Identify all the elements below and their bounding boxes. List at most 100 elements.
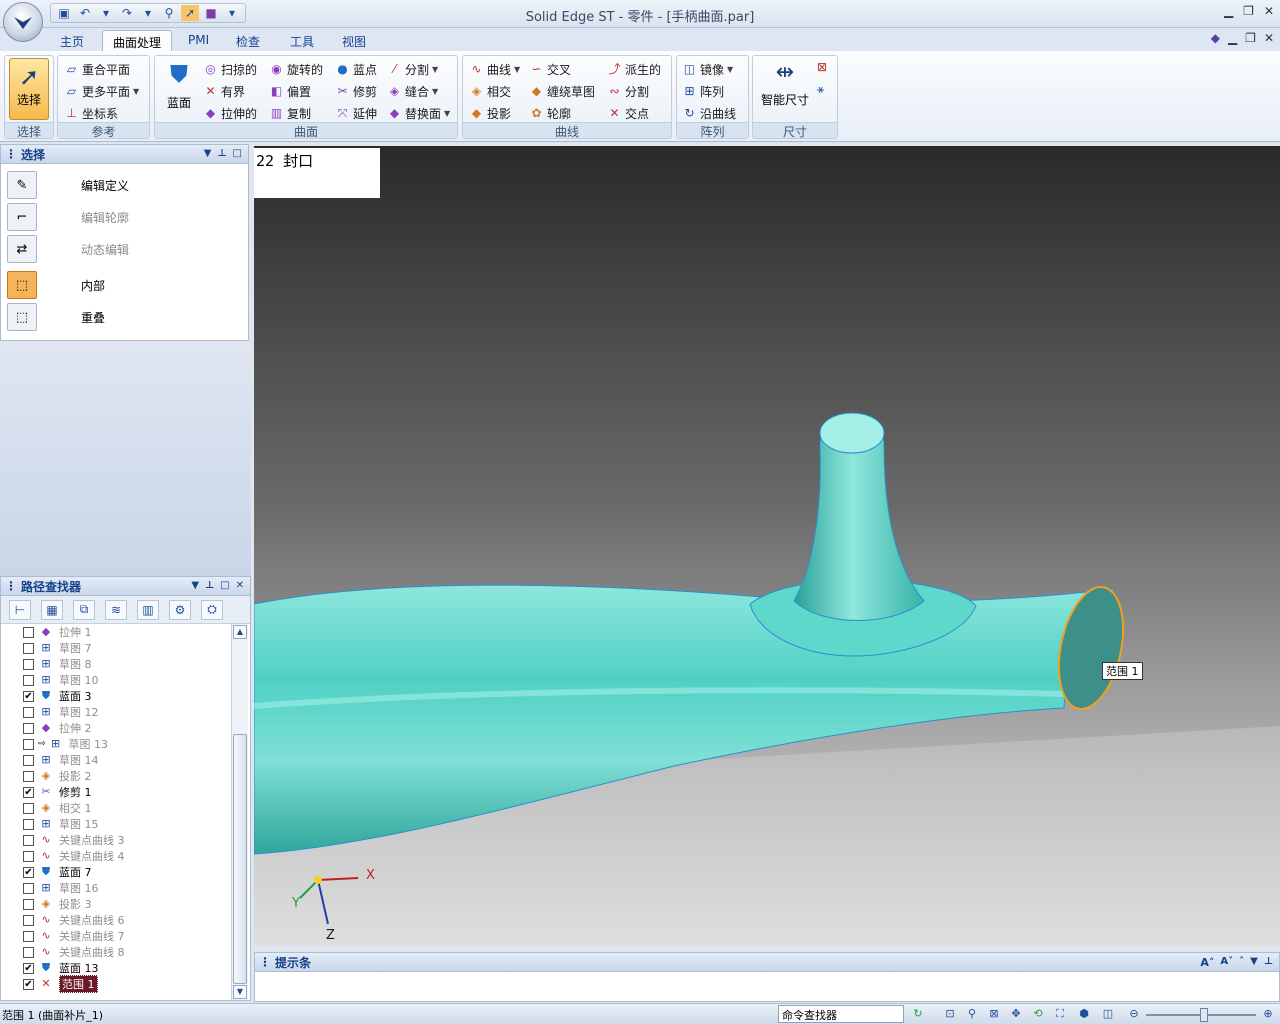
- project-button[interactable]: ◆ 投影: [469, 103, 511, 123]
- tab-tools[interactable]: 工具: [280, 30, 324, 52]
- tree-row[interactable]: ◈ 投影 2: [1, 768, 231, 784]
- mirror-button[interactable]: ◫ 镜像 ▼: [682, 59, 733, 79]
- dimension-tool-icon[interactable]: ⊠: [817, 60, 827, 74]
- tree-row[interactable]: ✔ ✂ 修剪 1: [1, 784, 231, 800]
- visibility-checkbox[interactable]: [23, 754, 34, 766]
- collapse-icon[interactable]: ˄: [1239, 956, 1244, 969]
- tree-row[interactable]: ✔ ⛊ 蓝面 3: [1, 688, 231, 704]
- visibility-checkbox[interactable]: [23, 674, 34, 686]
- visibility-checkbox[interactable]: [23, 738, 34, 750]
- visibility-checkbox[interactable]: ✔: [23, 866, 34, 878]
- pin-icon[interactable]: ⊥: [205, 580, 214, 591]
- pane-maximize-icon[interactable]: □: [220, 580, 229, 591]
- visibility-checkbox[interactable]: [23, 770, 34, 782]
- feature-tree-scrollbar[interactable]: ▲ ▼: [231, 624, 248, 1000]
- zoom-in-icon[interactable]: ⊕: [1260, 1007, 1276, 1022]
- restore-icon[interactable]: ❐: [1243, 4, 1254, 18]
- split-button[interactable]: ⁄ 分割 ▼: [387, 59, 438, 79]
- font-smaller-icon[interactable]: A˅: [1220, 956, 1233, 969]
- range-label[interactable]: 范围 1: [1102, 662, 1143, 680]
- edit-definition-item[interactable]: ✎ 编辑定义: [7, 171, 129, 199]
- pane-close-icon[interactable]: ✕: [236, 580, 244, 591]
- visibility-checkbox[interactable]: [23, 658, 34, 670]
- tab-home[interactable]: 主页: [50, 30, 94, 52]
- overlap-item[interactable]: ⬚ 重叠: [7, 303, 105, 331]
- tab-inspect[interactable]: 检查: [226, 30, 270, 52]
- copy-button[interactable]: ▥ 复制: [269, 103, 311, 123]
- visibility-checkbox[interactable]: ✔: [23, 978, 34, 990]
- visibility-checkbox[interactable]: ✔: [23, 786, 34, 798]
- curve-button[interactable]: ∿ 曲线 ▼: [469, 59, 520, 79]
- intersection-point-button[interactable]: ✕ 交点: [607, 103, 649, 123]
- tree-row[interactable]: ✔ ✕ 范围 1: [1, 975, 231, 993]
- visibility-checkbox[interactable]: [23, 850, 34, 862]
- pin-icon[interactable]: ⊥: [1264, 956, 1273, 969]
- visibility-checkbox[interactable]: ✔: [23, 690, 34, 702]
- visibility-checkbox[interactable]: [23, 914, 34, 926]
- pane-menu-icon[interactable]: ▼: [191, 580, 199, 591]
- application-button[interactable]: [3, 2, 43, 42]
- doc-close-icon[interactable]: ✕: [1264, 31, 1274, 45]
- minimize-icon[interactable]: ▁: [1224, 4, 1233, 18]
- tab-pmi[interactable]: PMI: [178, 30, 219, 52]
- pattern-button[interactable]: ⊞ 阵列: [682, 81, 724, 101]
- tab-view[interactable]: 视图: [332, 30, 376, 52]
- pane-maximize-icon[interactable]: □: [233, 148, 242, 159]
- bluedot-button[interactable]: ● 蓝点: [335, 59, 377, 79]
- tree-row[interactable]: ⇨ ⊞ 草图 13: [1, 736, 231, 752]
- along-curve-button[interactable]: ↻ 沿曲线: [682, 103, 736, 123]
- layers-icon[interactable]: ≋: [105, 599, 127, 620]
- inside-item[interactable]: ⬚ 内部: [7, 271, 105, 299]
- scroll-thumb[interactable]: [233, 734, 247, 984]
- tree-row[interactable]: ∿ 关键点曲线 3: [1, 832, 231, 848]
- coordinate-system-button[interactable]: ⊥ 坐标系: [64, 103, 118, 123]
- features-icon[interactable]: ▦: [41, 599, 63, 620]
- font-larger-icon[interactable]: A˄: [1200, 956, 1214, 969]
- smart-dimension-button[interactable]: ⇹ 智能尺寸: [757, 60, 813, 108]
- doc-minimize-icon[interactable]: ▁: [1228, 31, 1237, 45]
- tree-row[interactable]: ⊞ 草图 16: [1, 880, 231, 896]
- visibility-checkbox[interactable]: ✔: [23, 962, 34, 974]
- settings-icon[interactable]: ⛭: [201, 599, 223, 620]
- tree-row[interactable]: ∿ 关键点曲线 6: [1, 912, 231, 928]
- zoom-icon[interactable]: ⚲: [964, 1007, 980, 1022]
- visibility-checkbox[interactable]: [23, 946, 34, 958]
- command-finder-go-icon[interactable]: ↻: [910, 1007, 926, 1022]
- pane-menu-icon[interactable]: ▼: [204, 148, 212, 159]
- bluesurf-button[interactable]: ⛊ 蓝面: [161, 60, 197, 111]
- rotate-icon[interactable]: ⟲: [1030, 1007, 1046, 1022]
- visibility-checkbox[interactable]: [23, 818, 34, 830]
- revolved-button[interactable]: ◉ 旋转的: [269, 59, 323, 79]
- visibility-checkbox[interactable]: [23, 930, 34, 942]
- command-finder-input[interactable]: 命令查找器: [778, 1005, 904, 1023]
- replace-face-button[interactable]: ◆ 替换面 ▼: [387, 103, 450, 123]
- tree-row[interactable]: ✔ ⛊ 蓝面 13: [1, 960, 231, 976]
- tree-row[interactable]: ∿ 关键点曲线 7: [1, 928, 231, 944]
- contour-button[interactable]: ✿ 轮廓: [529, 103, 571, 123]
- view-cube-icon[interactable]: ⬢: [1076, 1007, 1092, 1022]
- wrap-sketch-button[interactable]: ◆ 缠绕草图: [529, 81, 595, 101]
- tools-icon[interactable]: ⚙: [169, 599, 191, 620]
- intersection-button[interactable]: ◈ 相交: [469, 81, 511, 101]
- tree-row[interactable]: ∿ 关键点曲线 4: [1, 848, 231, 864]
- shaded-view-icon[interactable]: ◫: [1100, 1007, 1116, 1022]
- visibility-checkbox[interactable]: [23, 626, 34, 638]
- visibility-checkbox[interactable]: [23, 882, 34, 894]
- assembly-icon[interactable]: ⧉: [73, 599, 95, 620]
- dynamic-edit-item[interactable]: ⇄ 动态编辑: [7, 235, 129, 263]
- tree-row[interactable]: ⊞ 草图 10: [1, 672, 231, 688]
- zoom-out-icon[interactable]: ⊖: [1126, 1007, 1142, 1022]
- pane-menu-icon[interactable]: ▼: [1250, 956, 1258, 969]
- tree-row[interactable]: ∿ 关键点曲线 8: [1, 944, 231, 960]
- help-icon[interactable]: ◆: [1211, 31, 1220, 45]
- relations-icon[interactable]: ▥: [137, 599, 159, 620]
- fit-icon[interactable]: ⊠: [986, 1007, 1002, 1022]
- visibility-checkbox[interactable]: [23, 706, 34, 718]
- select-button[interactable]: ➚ 选择: [9, 58, 49, 120]
- visibility-checkbox[interactable]: [23, 834, 34, 846]
- more-planes-button[interactable]: ▱ 更多平面 ▼: [64, 81, 139, 101]
- tree-row[interactable]: ⊞ 草图 12: [1, 704, 231, 720]
- tree-row[interactable]: ◈ 相交 1: [1, 800, 231, 816]
- tree-row[interactable]: ◆ 拉伸 1: [1, 624, 231, 640]
- tree-row[interactable]: ✔ ⛊ 蓝面 7: [1, 864, 231, 880]
